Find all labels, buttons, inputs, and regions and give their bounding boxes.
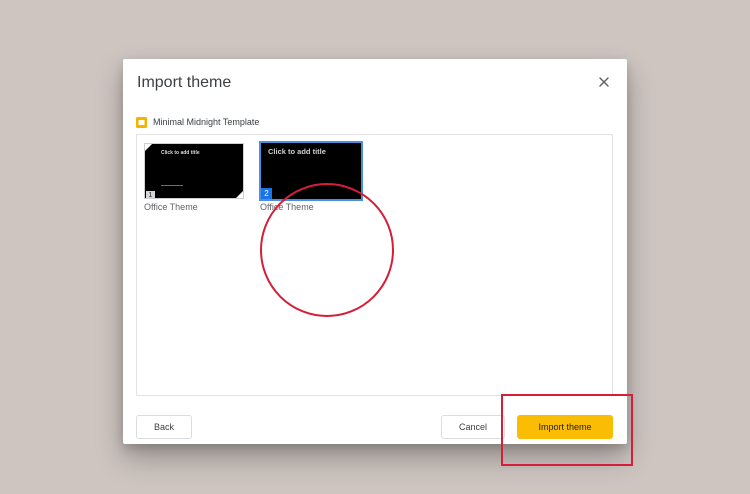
corner-fold [145,144,152,151]
theme-number-badge: 2 [261,188,272,199]
theme-thumbnail-2[interactable]: Click to add title 2 [259,141,363,201]
close-button[interactable] [595,73,613,91]
import-theme-button[interactable]: Import theme [517,415,613,439]
back-button[interactable]: Back [136,415,192,439]
corner-fold [236,191,243,198]
slide-preview-subtitle [161,185,183,186]
cancel-button[interactable]: Cancel [441,415,505,439]
slide-preview: Click to add title 1 [144,143,244,199]
close-icon [599,77,609,87]
theme-label: Office Theme [144,202,198,212]
import-theme-dialog: Import theme Minimal Midnight Template C… [123,59,627,444]
slide-preview-title: Click to add title [161,150,200,156]
theme-label: Office Theme [260,202,314,212]
theme-thumbnail-1[interactable]: Click to add title 1 [144,143,244,199]
slides-icon [136,116,147,128]
presentation-name: Minimal Midnight Template [153,117,260,127]
presentation-header: Minimal Midnight Template [136,115,259,129]
slide-preview-title: Click to add title [268,147,326,156]
dialog-title: Import theme [137,74,232,91]
slide-preview: Click to add title 2 [261,143,361,199]
theme-grid: Click to add title 1 Office Theme Click … [136,134,613,396]
theme-number-badge: 1 [146,191,155,198]
